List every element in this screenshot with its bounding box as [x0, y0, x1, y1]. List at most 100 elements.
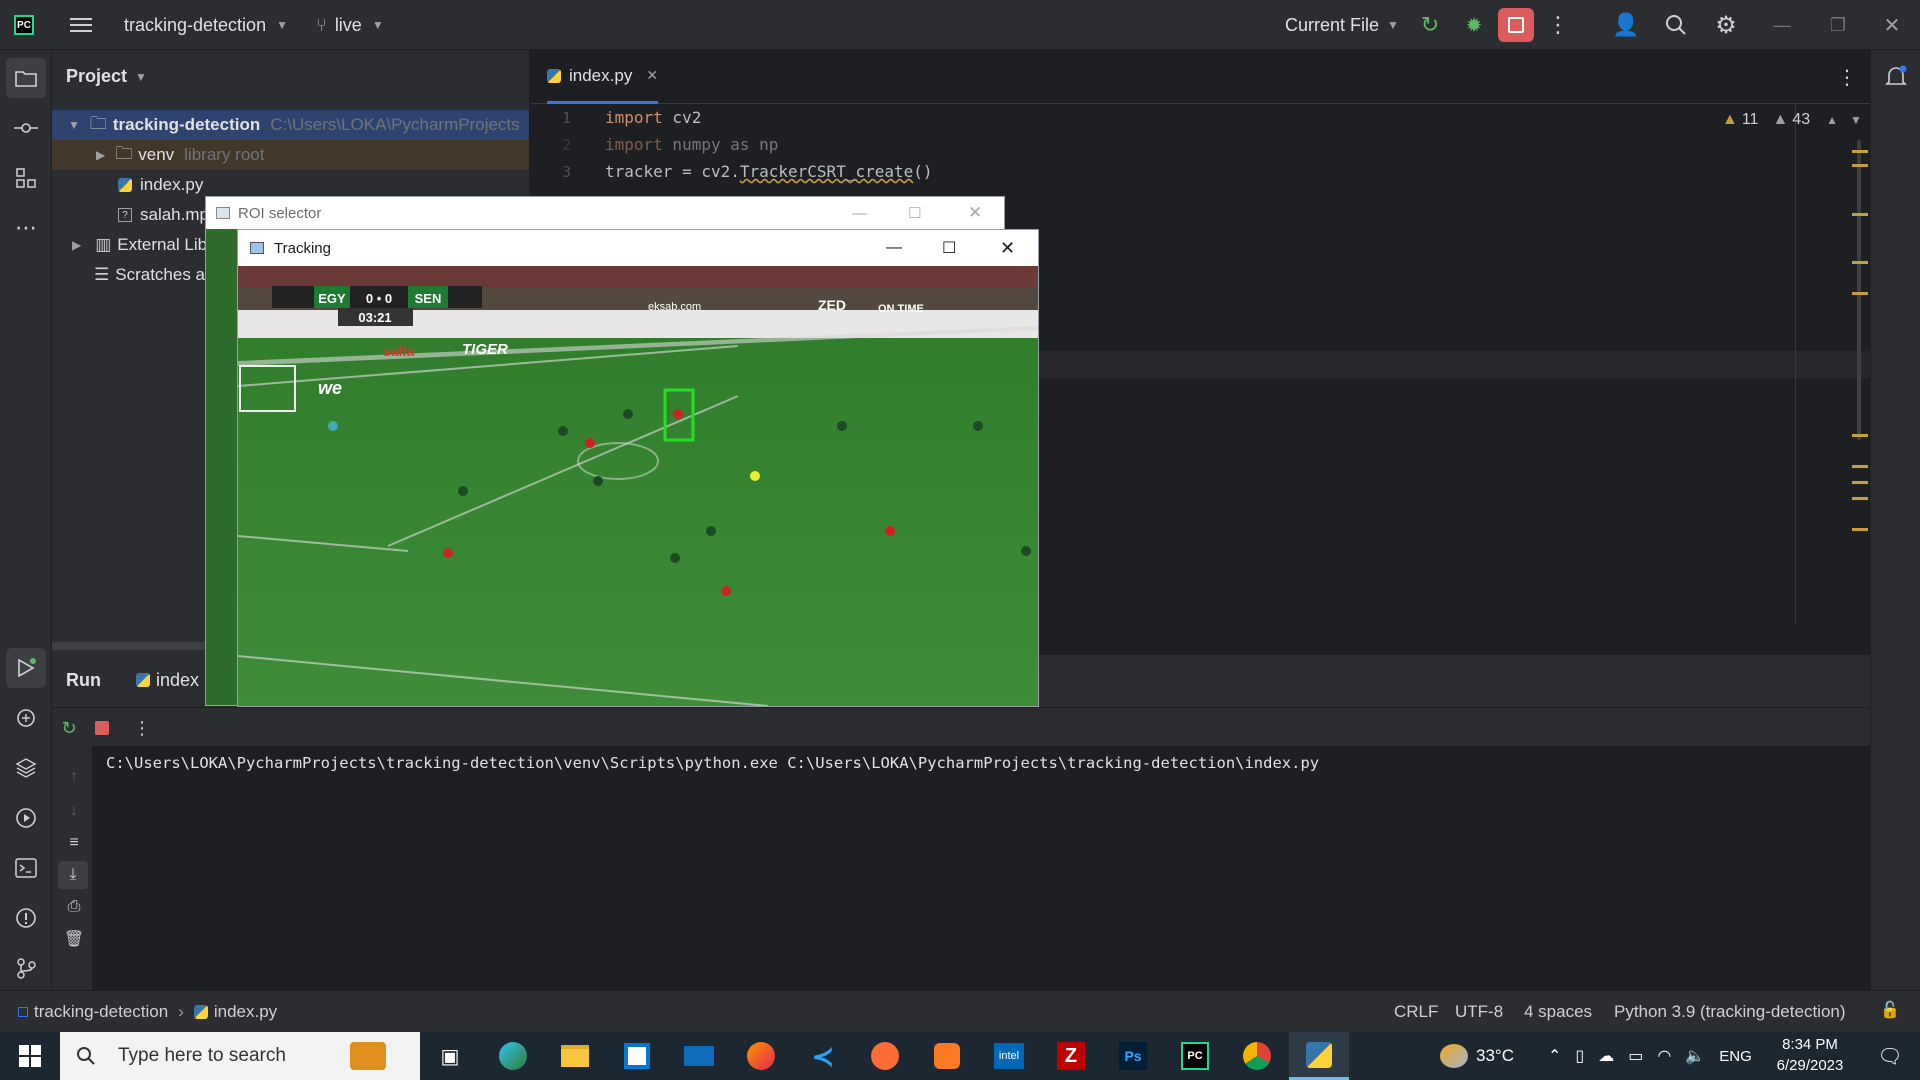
problems-icon[interactable] [6, 898, 46, 938]
stop-button[interactable] [1497, 0, 1535, 50]
tree-item-venv[interactable]: ▶ 🗀 venv library root [52, 140, 529, 170]
print-icon[interactable]: ⎙ [62, 895, 86, 919]
tab-index-py[interactable]: index.py ✕ [547, 50, 659, 104]
close-window-icon[interactable]: ✕ [1880, 0, 1904, 50]
chrome-icon[interactable] [1227, 1032, 1287, 1080]
project-switcher[interactable]: tracking-detection ▼ [124, 0, 288, 50]
warning-stripe[interactable] [1852, 164, 1868, 167]
scroll-to-end-icon[interactable]: ⤓ [58, 861, 88, 889]
volume-icon[interactable]: 🔈 [1685, 1046, 1705, 1066]
warning-stripe[interactable] [1852, 528, 1868, 531]
python-window-icon[interactable] [1289, 1032, 1349, 1080]
close-tab-icon[interactable]: ✕ [646, 67, 658, 84]
main-menu-icon[interactable] [68, 0, 94, 50]
services-icon[interactable] [6, 798, 46, 838]
breadcrumb-file[interactable]: index.py [214, 1002, 277, 1022]
task-view-icon[interactable]: ▣ [420, 1032, 480, 1080]
warning-stripe[interactable] [1852, 261, 1868, 264]
scroll-down-icon[interactable]: ↓ [62, 799, 86, 823]
tray-overflow-icon[interactable]: ⌃ [1548, 1046, 1561, 1066]
minimize-icon[interactable]: — [886, 239, 902, 257]
warning-stripe[interactable] [1852, 150, 1868, 153]
lock-icon[interactable]: 🔓 [1880, 1000, 1900, 1020]
battery-icon[interactable]: ▭ [1628, 1046, 1643, 1066]
photoshop-icon[interactable]: Ps [1103, 1032, 1163, 1080]
more-options-icon[interactable]: ⋮ [132, 715, 152, 741]
interpreter-widget[interactable]: Python 3.9 (tracking-detection) [1614, 1002, 1846, 1022]
clear-trash-icon[interactable]: 🗑 [62, 927, 86, 951]
stop-icon[interactable] [92, 718, 112, 738]
scroll-up-icon[interactable]: ↑ [62, 765, 86, 789]
warning-stripe[interactable] [1852, 434, 1868, 437]
breadcrumb-project[interactable]: tracking-detection [34, 1002, 168, 1022]
wifi-icon[interactable]: ◠ [1657, 1046, 1671, 1066]
onedrive-icon[interactable]: ☁ [1598, 1046, 1614, 1066]
tracking-window[interactable]: Tracking — ☐ ✕ EGY 0 • 0 SEN 03:21 salla… [237, 229, 1039, 707]
console-output[interactable]: C:\Users\LOKA\PycharmProjects\tracking-d… [92, 746, 1870, 990]
windows-start-icon[interactable] [0, 1032, 60, 1080]
weather-widget[interactable]: 33°C [1440, 1032, 1514, 1080]
maximize-icon[interactable]: ☐ [942, 238, 956, 258]
structure-icon[interactable] [6, 158, 46, 198]
encoding-widget[interactable]: UTF-8 [1455, 1002, 1503, 1022]
action-center-icon[interactable]: 🗨 [1868, 1032, 1912, 1080]
firefox-icon[interactable] [731, 1032, 791, 1080]
more-tools-icon[interactable]: ⋯ [6, 208, 46, 248]
mail-icon[interactable] [669, 1032, 729, 1080]
rerun-icon[interactable]: ↻ [56, 715, 82, 741]
add-user-icon[interactable]: 👤 [1612, 0, 1640, 50]
rerun-icon[interactable]: ↻ [1418, 0, 1442, 50]
python-packages-icon[interactable] [6, 748, 46, 788]
filezilla-icon[interactable]: Z [1041, 1032, 1101, 1080]
branch-switcher[interactable]: ⑂ live ▼ [316, 0, 384, 50]
git-icon[interactable] [6, 948, 46, 988]
commit-icon[interactable] [6, 108, 46, 148]
taskbar-search-box[interactable]: Type here to search [60, 1032, 420, 1080]
settings-gear-icon[interactable]: ⚙ [1712, 0, 1740, 50]
close-icon[interactable]: ✕ [1000, 238, 1015, 259]
tracking-titlebar[interactable]: Tracking — ☐ ✕ [238, 230, 1038, 266]
notifications-bell-icon[interactable] [1883, 64, 1909, 90]
python-console-icon[interactable] [6, 698, 46, 738]
more-options-icon[interactable]: ⋮ [1547, 0, 1569, 50]
intel-icon[interactable]: intel [979, 1032, 1039, 1080]
edge-icon[interactable] [483, 1032, 543, 1080]
xampp-icon[interactable] [917, 1032, 977, 1080]
run-tab[interactable]: Run [66, 665, 101, 695]
device-icon[interactable]: ▯ [1575, 1046, 1584, 1066]
maximize-icon[interactable]: ☐ [908, 204, 921, 222]
warning-stripe[interactable] [1852, 481, 1868, 484]
minimize-icon[interactable]: — [852, 205, 867, 222]
line-separator-widget[interactable]: CRLF [1394, 1002, 1438, 1022]
indent-widget[interactable]: 4 spaces [1524, 1002, 1592, 1022]
file-explorer-icon[interactable] [545, 1032, 605, 1080]
stop-icon [1498, 8, 1534, 42]
vscode-icon[interactable]: ≺ [793, 1032, 853, 1080]
restore-window-icon[interactable]: ❐ [1826, 0, 1850, 50]
roi-selector-titlebar[interactable]: ROI selector — ☐ ✕ [206, 197, 1004, 229]
search-icon[interactable] [1662, 0, 1690, 50]
project-folder-icon[interactable] [6, 58, 46, 98]
warning-stripe[interactable] [1852, 213, 1868, 216]
terminal-icon[interactable] [6, 848, 46, 888]
soft-wrap-icon[interactable]: ≡ [62, 831, 86, 855]
tab-options-icon[interactable]: ⋮ [1837, 64, 1857, 90]
pycharm-logo-icon[interactable]: PC [14, 0, 34, 50]
language-indicator[interactable]: ENG [1719, 1048, 1752, 1065]
search-placeholder: Type here to search [118, 1045, 286, 1066]
debug-bug-icon[interactable]: ✹ [1462, 0, 1486, 50]
run-tool-icon[interactable] [6, 648, 46, 688]
tree-item-tracking-detection[interactable]: ▼ 🗀 tracking-detection C:\Users\LOKA\Pyc… [52, 110, 529, 140]
clock-widget[interactable]: 8:34 PM 6/29/2023 [1760, 1034, 1860, 1078]
warning-stripe[interactable] [1852, 497, 1868, 500]
warning-stripe[interactable] [1852, 465, 1868, 468]
pycharm-taskbar-icon[interactable]: PC [1165, 1032, 1225, 1080]
project-panel-header[interactable]: Project ▼ [66, 66, 147, 87]
warning-stripe[interactable] [1852, 292, 1868, 295]
store-icon[interactable] [607, 1032, 667, 1080]
postman-icon[interactable] [855, 1032, 915, 1080]
minimize-window-icon[interactable]: — [1770, 0, 1794, 50]
close-icon[interactable]: ✕ [968, 203, 982, 223]
run-config-selector[interactable]: Current File ▼ [1285, 0, 1399, 50]
editor-scrollbar[interactable] [1857, 140, 1861, 440]
